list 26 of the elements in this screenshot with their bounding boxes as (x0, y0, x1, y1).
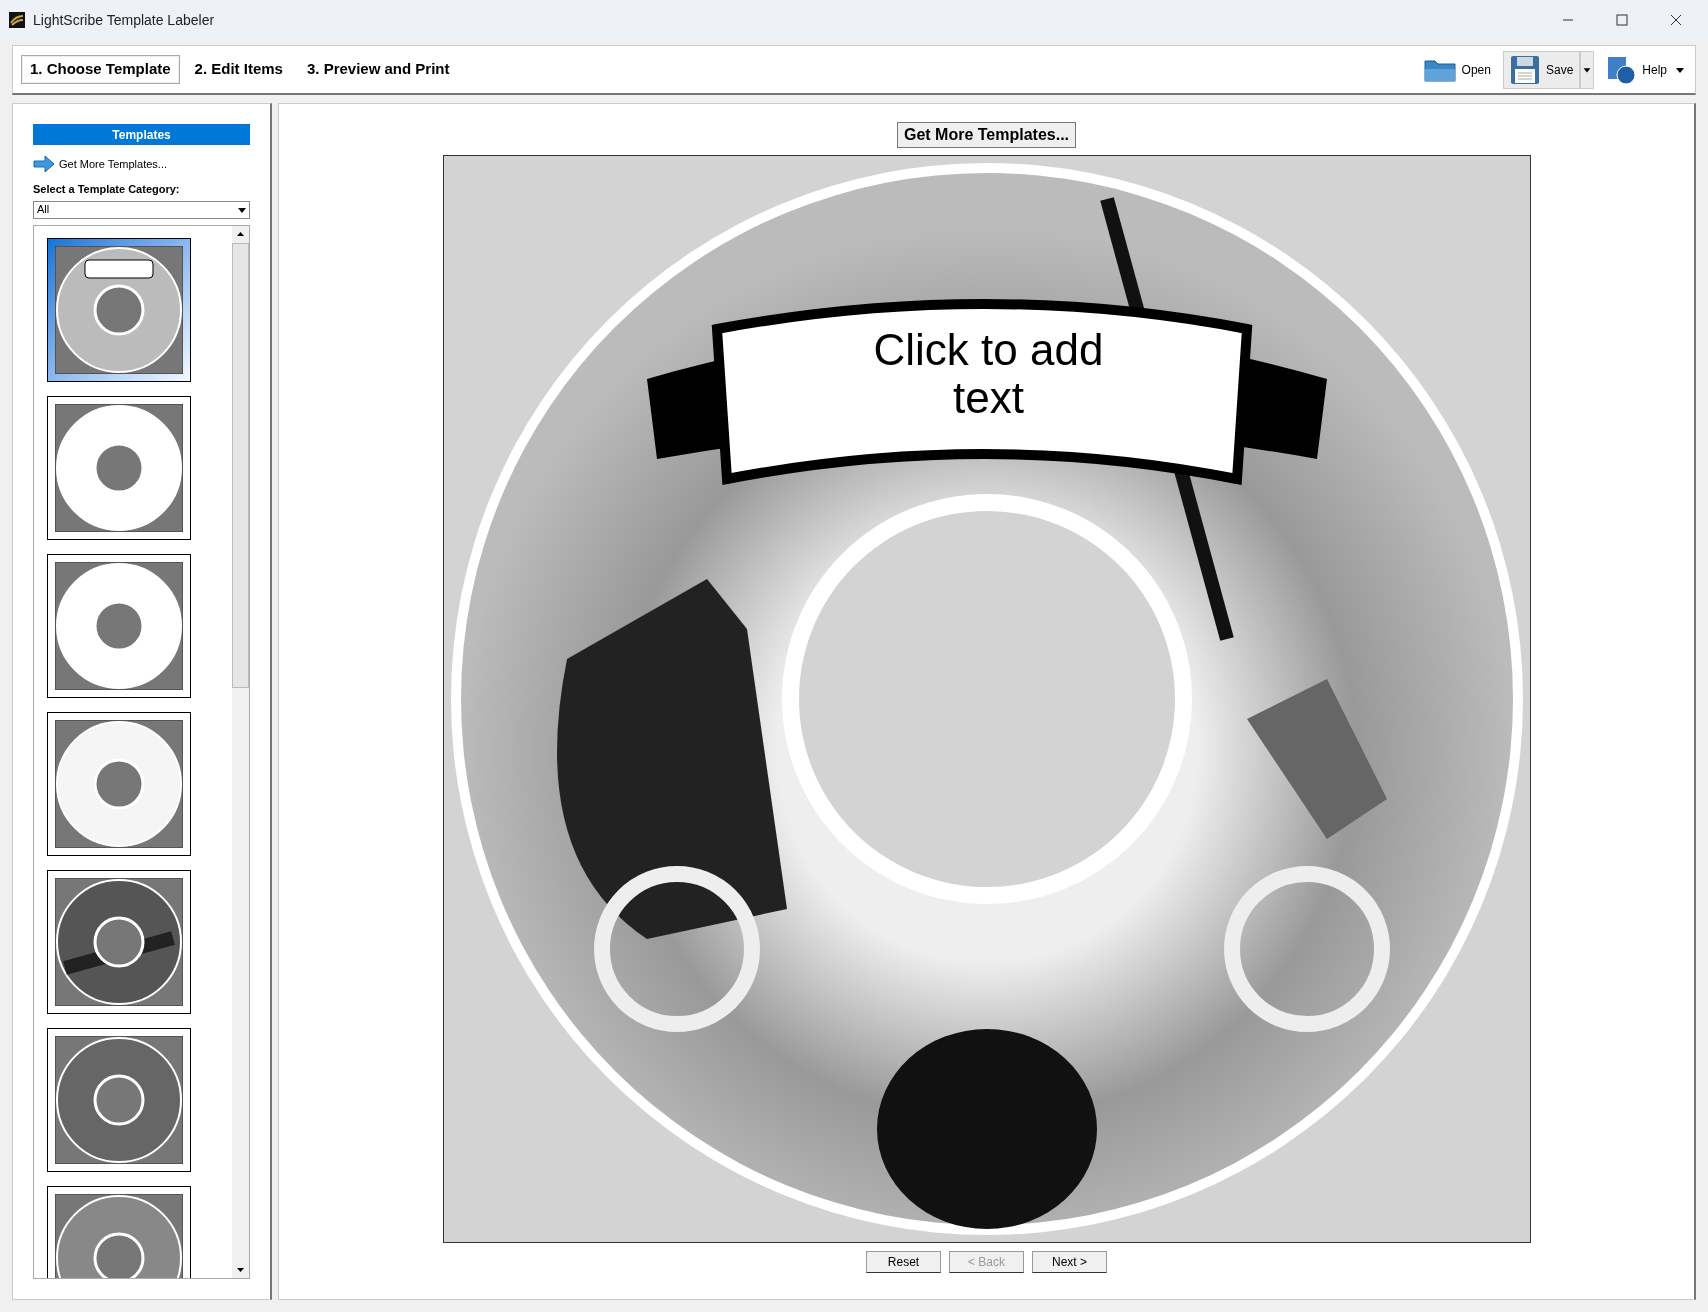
template-thumbnail[interactable] (47, 1027, 191, 1172)
template-thumbnail[interactable] (47, 553, 191, 698)
app-logo-icon (9, 12, 25, 28)
category-dropdown[interactable]: All (33, 200, 250, 219)
scrollbar[interactable] (232, 225, 249, 1278)
nav-button[interactable]: Next > (1032, 1251, 1107, 1273)
template-thumbnail[interactable] (47, 711, 191, 856)
template-thumbnail[interactable] (47, 869, 191, 1014)
get-more-templates-link[interactable]: Get More Templates... (33, 155, 250, 173)
get-more-templates-button[interactable]: Get More Templates... (896, 122, 1077, 148)
folder-icon (1423, 57, 1456, 82)
step-tab[interactable]: 1. Choose Template (21, 55, 180, 84)
toolbar-button[interactable]: Open (1417, 50, 1497, 89)
step-tab[interactable]: 3. Preview and Print (297, 55, 459, 84)
maximize-icon (1616, 14, 1628, 26)
arrow-right-icon (33, 155, 55, 173)
toolbar-button[interactable]: Help (1600, 50, 1673, 89)
window-title: LightScribe Template Labeler (33, 10, 215, 30)
close-icon (1670, 14, 1682, 26)
panel-header: Templates (33, 124, 250, 145)
template-thumbnail[interactable] (47, 237, 191, 382)
toolbar-button[interactable]: Save (1502, 50, 1581, 89)
category-label: Select a Template Category: (33, 182, 181, 197)
step-tab[interactable]: 2. Edit Items (185, 55, 292, 84)
nav-button[interactable]: Reset (866, 1251, 941, 1273)
template-thumbnail[interactable] (47, 395, 191, 540)
